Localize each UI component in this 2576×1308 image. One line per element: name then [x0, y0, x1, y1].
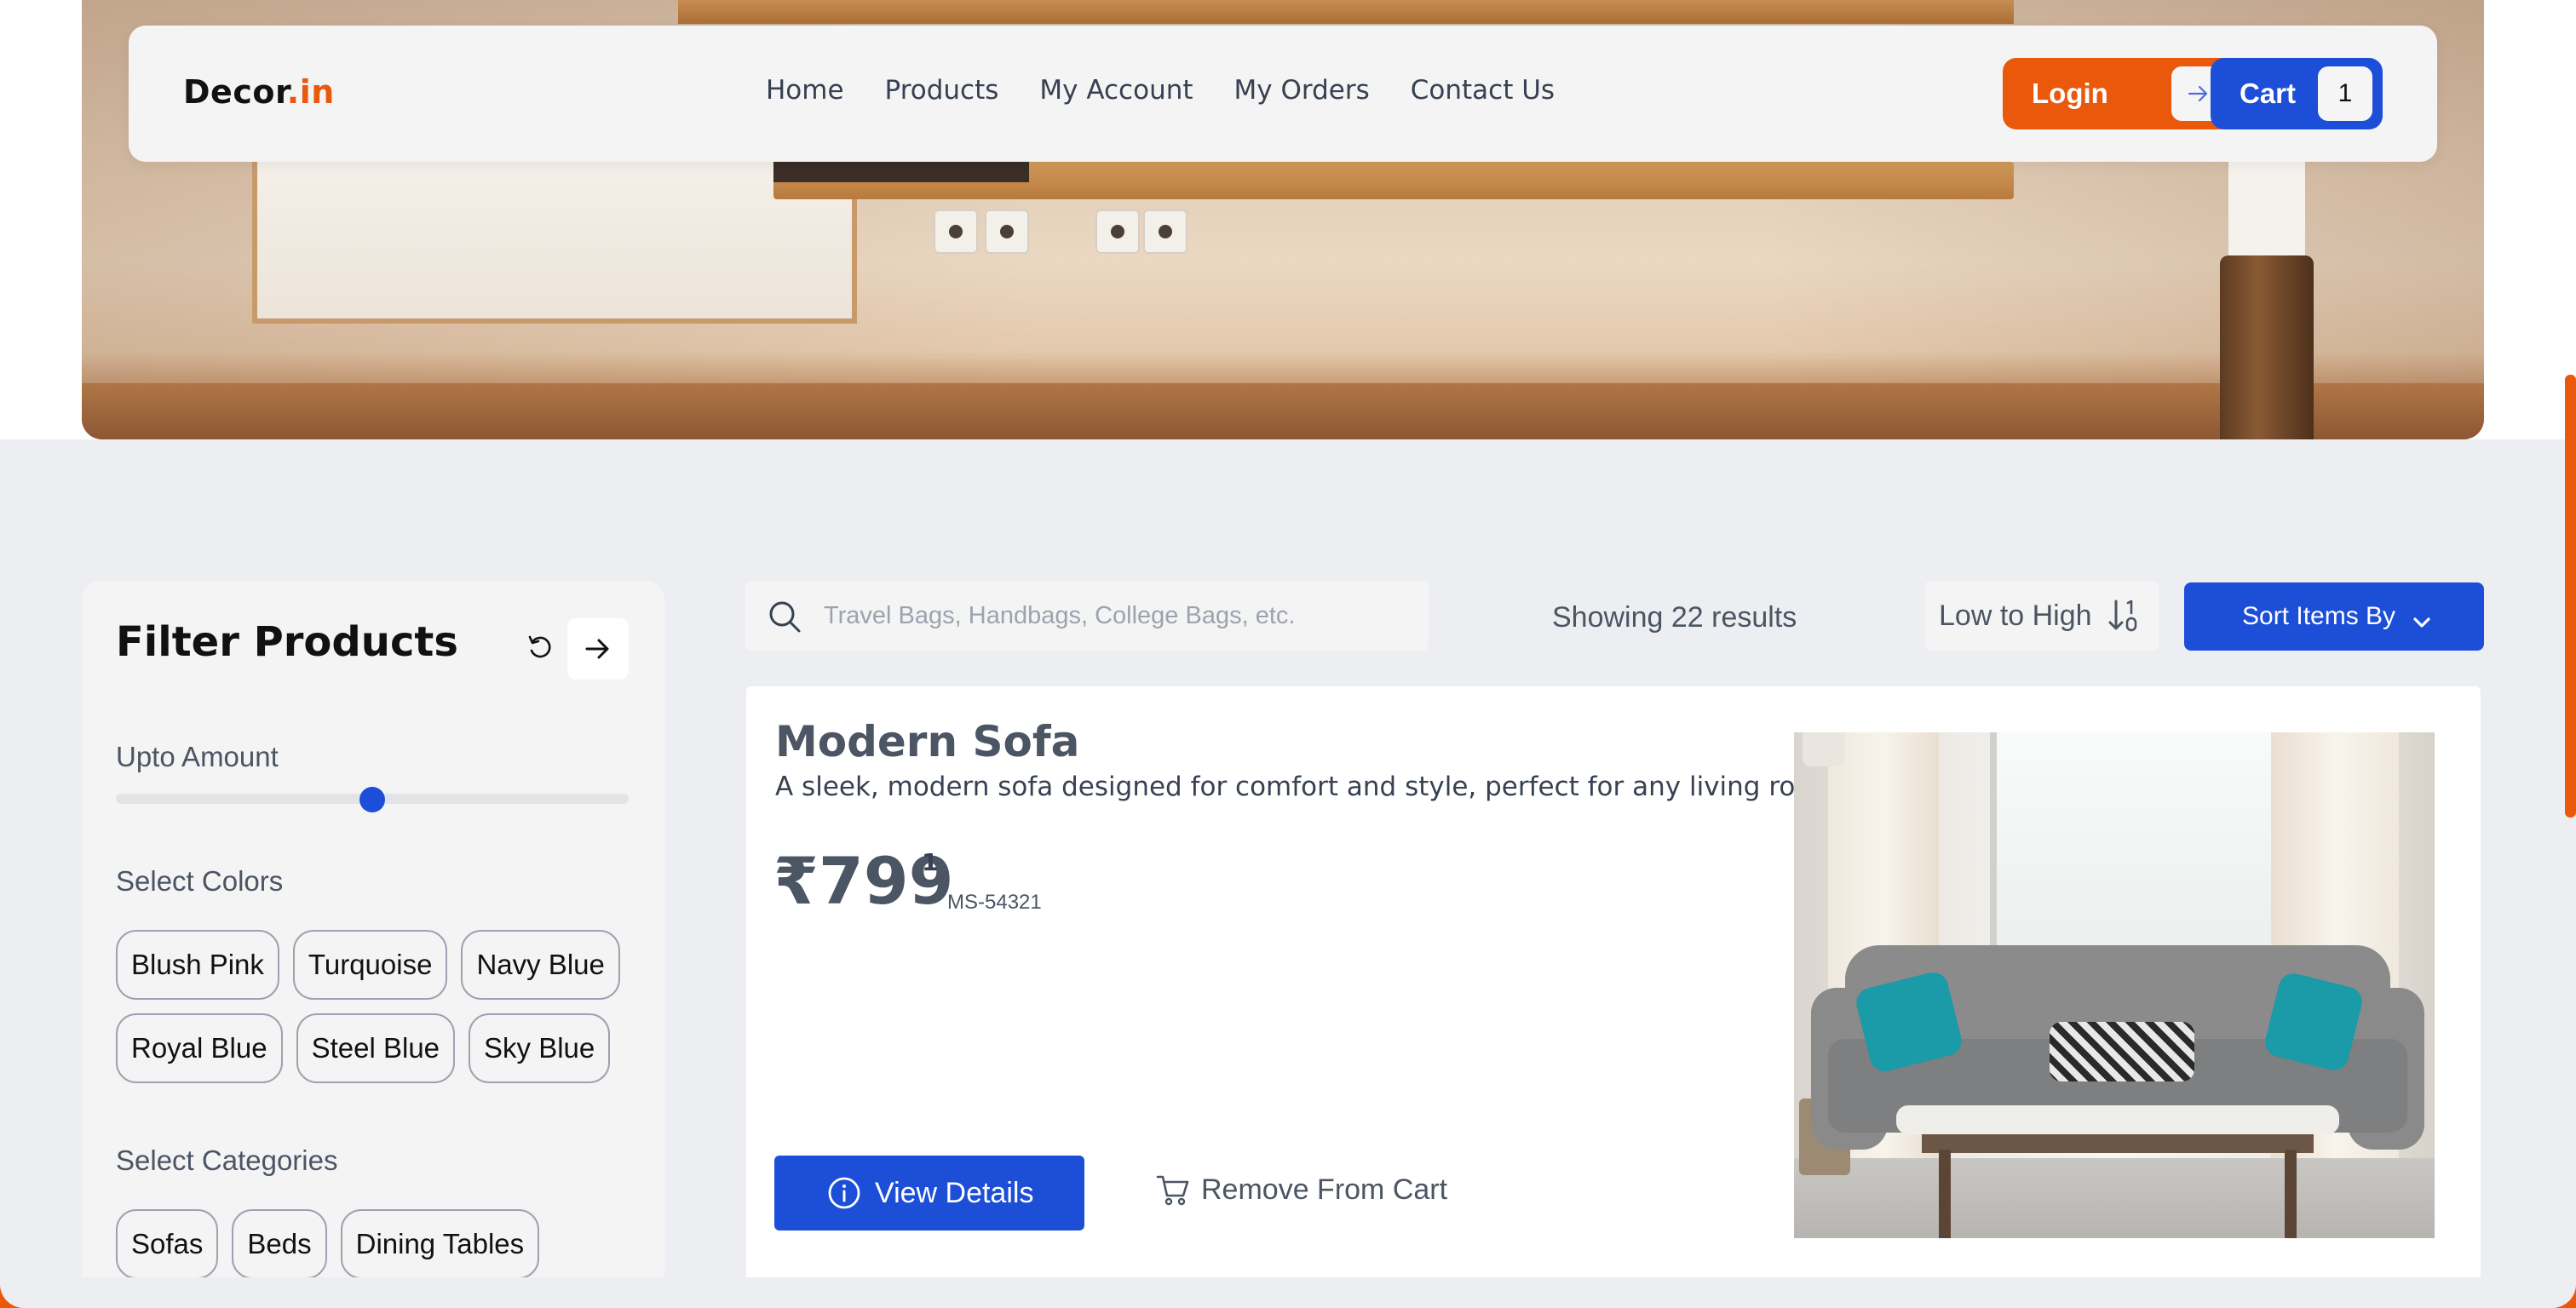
photo-table-leg — [2285, 1150, 2297, 1238]
brand-name: Decor — [183, 73, 287, 111]
filter-title: Filter Products — [116, 618, 458, 666]
amount-slider-thumb[interactable] — [359, 787, 385, 812]
color-chip-steel-blue[interactable]: Steel Blue — [296, 1013, 456, 1083]
sort-order-toggle[interactable]: Low to High — [1925, 581, 2159, 651]
sort-ascending-icon — [2107, 598, 2142, 641]
hero-top-shelf — [678, 0, 2014, 24]
view-details-label: View Details — [875, 1176, 1034, 1209]
hero-socket — [1143, 209, 1187, 254]
filter-panel: Filter Products Upto Amount Select Color… — [82, 581, 664, 1308]
navbar: Decor.in Home Products My Account My Ord… — [129, 26, 2437, 162]
hero-socket — [1095, 209, 1140, 254]
category-chip-beds[interactable]: Beds — [232, 1209, 327, 1279]
nav-link-products[interactable]: Products — [885, 75, 999, 106]
brand-logo[interactable]: Decor.in — [183, 73, 335, 111]
hero-shelf-shadow — [773, 162, 1029, 182]
remove-from-cart-label: Remove From Cart — [1201, 1173, 1448, 1206]
category-chip-dining-tables[interactable]: Dining Tables — [340, 1209, 540, 1279]
hero-socket — [985, 209, 1029, 254]
sort-items-label: Sort Items By — [2242, 602, 2396, 630]
color-chip-sky-blue[interactable]: Sky Blue — [469, 1013, 611, 1083]
hero-wood-stump — [2220, 255, 2314, 439]
category-chips: Sofas Beds Dining Tables — [116, 1209, 644, 1279]
brand-suffix: .in — [286, 73, 335, 111]
arrow-right-icon — [585, 639, 609, 659]
search-bar — [745, 581, 1429, 651]
photo-lamp — [1803, 732, 1845, 766]
photo-table-top — [1896, 1105, 2339, 1134]
hero-socket — [934, 209, 978, 254]
product-card: Modern Sofa A sleek, modern sofa designe… — [746, 686, 2481, 1282]
nav-link-contact-us[interactable]: Contact Us — [1411, 75, 1555, 106]
nav-link-home[interactable]: Home — [766, 75, 844, 106]
product-price-superscript: 1 — [922, 848, 939, 876]
photo-table-leg — [1939, 1150, 1951, 1238]
sort-order-label: Low to High — [1939, 599, 2092, 632]
colors-label: Select Colors — [116, 865, 284, 897]
category-chip-sofas[interactable]: Sofas — [116, 1209, 219, 1279]
info-icon — [827, 1176, 861, 1218]
remove-from-cart-button[interactable]: Remove From Cart — [1155, 1173, 1447, 1207]
product-title[interactable]: Modern Sofa — [775, 717, 1079, 766]
color-chip-blush-pink[interactable]: Blush Pink — [116, 930, 279, 1000]
nav-link-my-orders[interactable]: My Orders — [1234, 75, 1370, 106]
apply-filters-button[interactable] — [567, 618, 629, 680]
shopping-cart-icon — [1155, 1172, 1191, 1215]
reset-icon[interactable] — [525, 632, 555, 663]
photo-pillow — [2050, 1022, 2194, 1081]
color-chip-navy-blue[interactable]: Navy Blue — [461, 930, 620, 1000]
amount-label: Upto Amount — [116, 741, 279, 772]
cart-count-badge: 1 — [2318, 66, 2372, 121]
page-scrollbar[interactable] — [2565, 375, 2576, 818]
search-icon — [768, 600, 802, 638]
page-bottom-edge — [0, 1277, 2576, 1308]
color-chip-turquoise[interactable]: Turquoise — [292, 930, 448, 1000]
cart-label: Cart — [2240, 77, 2297, 109]
photo-floor — [1794, 1158, 2435, 1238]
nav-link-my-account[interactable]: My Account — [1039, 75, 1193, 106]
chevron-down-icon — [2412, 606, 2431, 635]
view-details-button[interactable]: View Details — [774, 1156, 1084, 1231]
product-description: A sleek, modern sofa designed for comfor… — [775, 772, 1846, 802]
photo-table — [1922, 1133, 2314, 1153]
login-button[interactable]: Login — [2003, 58, 2234, 129]
nav-links: Home Products My Account My Orders Conta… — [766, 75, 1555, 106]
results-count: Showing 22 results — [1552, 601, 1797, 634]
product-sku: MS-54321 — [947, 891, 1042, 914]
product-image[interactable] — [1794, 732, 2435, 1238]
color-chip-royal-blue[interactable]: Royal Blue — [116, 1013, 283, 1083]
search-input[interactable] — [824, 594, 1403, 637]
cart-button[interactable]: Cart 1 — [2211, 58, 2383, 129]
sort-items-dropdown[interactable]: Sort Items By — [2184, 582, 2484, 651]
categories-label: Select Categories — [116, 1144, 338, 1176]
color-chips: Blush Pink Turquoise Navy Blue Royal Blu… — [116, 930, 644, 1083]
hero-cabinet — [252, 162, 857, 324]
hero-floor — [82, 383, 2484, 439]
login-label: Login — [2032, 77, 2108, 109]
